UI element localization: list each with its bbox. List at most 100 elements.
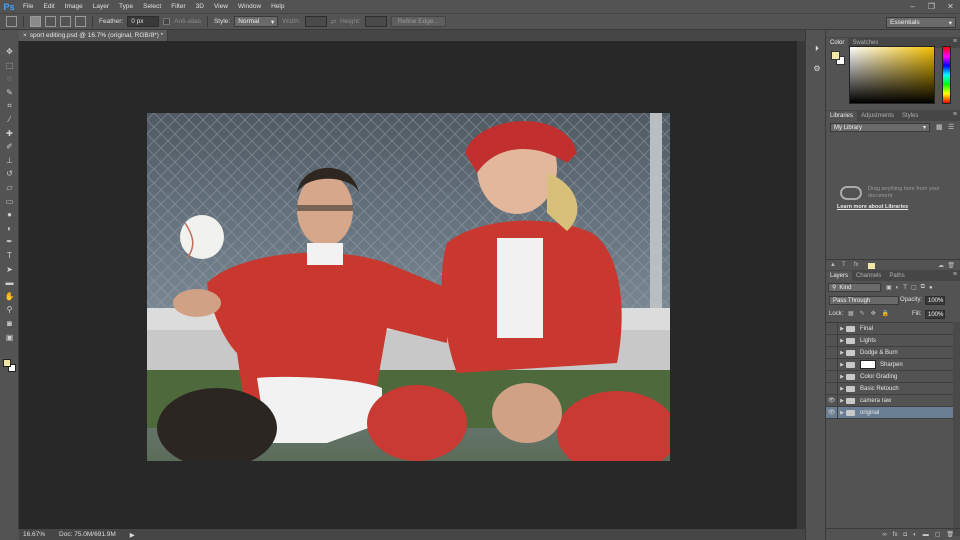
history-panel-icon[interactable]: ⏵ [812,44,822,54]
layer-row[interactable]: 👁▶ Lights [826,334,953,347]
hand-tool-icon[interactable]: ✋ [4,292,15,302]
maximize-button[interactable]: ❐ [922,0,941,13]
lasso-tool-icon[interactable]: ◌ [4,74,15,84]
menu-image[interactable]: Image [60,3,88,10]
blend-mode-select[interactable]: Pass Through [829,296,899,305]
feather-input[interactable]: 0 px [127,16,160,27]
canvas-vertical-scrollbar[interactable] [797,41,805,529]
edit-in-quick-mask-icon[interactable]: ◙ [4,319,15,329]
canvas-area[interactable] [19,41,805,529]
visibility-eye-icon[interactable]: 👁 [826,406,838,419]
tab-layers[interactable]: Layers [826,271,853,281]
marquee-tool-icon[interactable]: ⬚ [4,61,15,71]
tab-paths[interactable]: Paths [885,271,908,281]
visibility-eye-icon[interactable]: 👁 [826,334,838,347]
add-style-icon[interactable]: fx [854,262,859,268]
layer-row[interactable]: 👁▶ Dodge & Burn [826,346,953,359]
move-tool-icon[interactable]: ✥ [4,47,15,57]
swap-icon[interactable]: ⇄ [331,18,336,26]
menu-view[interactable]: View [209,3,233,10]
layer-row[interactable]: 👁 ▶ camera raw [826,394,953,407]
color-panel-foreground-swatch[interactable] [831,51,840,60]
expand-group-icon[interactable]: ▶ [838,386,846,392]
panel-menu-icon[interactable]: ≡ [953,111,957,118]
new-layer-icon[interactable]: ▢ [935,531,941,538]
type-filter-icon[interactable]: T [903,285,907,291]
eyedropper-tool-icon[interactable]: ⁄ [4,115,15,125]
marquee-preset-icon[interactable] [6,16,17,27]
add-to-selection-icon[interactable] [45,16,56,27]
color-picker-field[interactable] [849,46,935,104]
layers-scrollbar[interactable] [953,322,960,536]
brush-tool-icon[interactable]: ✐ [4,142,15,152]
lock-transparent-icon[interactable]: ▦ [848,310,854,317]
intersect-selection-icon[interactable] [75,16,86,27]
learn-more-libraries-link[interactable]: Learn more about Libraries [837,204,908,210]
tab-adjustments[interactable]: Adjustments [857,111,898,121]
add-color-icon[interactable] [868,263,875,269]
expand-group-icon[interactable]: ▶ [838,398,846,404]
layer-row[interactable]: 👁▶ Color Grading [826,370,953,383]
zoom-level[interactable]: 16.67% [23,531,45,538]
type-tool-icon[interactable]: T [4,251,15,261]
height-input[interactable] [364,16,387,27]
menu-type[interactable]: Type [114,3,138,10]
expand-group-icon[interactable]: ▶ [838,374,846,380]
new-adjustment-layer-icon[interactable]: ◐ [913,532,917,538]
expand-group-icon[interactable]: ▶ [838,326,846,332]
shape-filter-icon[interactable]: ▢ [911,284,917,291]
eraser-tool-icon[interactable]: ▱ [4,183,15,193]
expand-group-icon[interactable]: ▶ [838,350,846,356]
pen-tool-icon[interactable]: ✒ [4,237,15,247]
lock-all-icon[interactable]: 🔒 [882,310,889,317]
menu-help[interactable]: Help [266,3,289,10]
width-input[interactable] [304,16,327,27]
visibility-eye-icon[interactable]: 👁 [826,394,838,407]
blur-tool-icon[interactable]: ● [4,210,15,220]
smart-object-filter-icon[interactable]: ⧉ [921,284,925,291]
tab-channels[interactable]: Channels [852,271,885,281]
expand-group-icon[interactable]: ▶ [838,410,846,416]
adjustment-filter-icon[interactable]: ◐ [896,285,900,291]
grid-view-icon[interactable]: ▦ [936,123,943,131]
dodge-tool-icon[interactable]: ◐ [4,224,15,234]
zoom-tool-icon[interactable]: ⚲ [4,305,15,315]
expand-group-icon[interactable]: ▶ [838,362,846,368]
style-select[interactable]: Normal ▾ [234,16,279,27]
properties-panel-icon[interactable]: ⚙ [812,63,822,73]
menu-file[interactable]: File [18,3,38,10]
hue-slider[interactable] [942,46,951,104]
workspace-select[interactable]: Essentials ▾ [886,17,956,28]
layer-filter-select[interactable]: ⚲ Kind [828,283,881,292]
filter-toggle-icon[interactable]: ● [929,285,933,291]
add-graphic-icon[interactable]: ▲ [830,262,836,268]
clone-stamp-tool-icon[interactable]: ⊥ [4,156,15,166]
add-text-icon[interactable]: T [842,262,846,268]
history-brush-tool-icon[interactable]: ↺ [4,169,15,179]
trash-icon[interactable]: 🗑 [947,262,955,269]
add-mask-icon[interactable]: ◘ [903,532,907,538]
menu-select[interactable]: Select [138,3,166,10]
panel-menu-icon[interactable]: ≡ [953,38,957,45]
visibility-eye-icon[interactable]: 👁 [826,322,838,335]
panel-menu-icon[interactable]: ≡ [953,271,957,278]
menu-edit[interactable]: Edit [38,3,59,10]
visibility-eye-icon[interactable]: 👁 [826,370,838,383]
menu-3d[interactable]: 3D [191,3,209,10]
list-view-icon[interactable]: ☰ [948,123,954,131]
tab-color[interactable]: Color [826,38,849,48]
document-image[interactable] [147,113,670,461]
close-tab-icon[interactable]: × [23,32,27,39]
layer-row[interactable]: 👁▶ Basic Retouch [826,382,953,395]
layer-row[interactable]: 👁▶ Final [826,322,953,335]
opacity-input[interactable]: 100% [925,296,945,305]
document-tab[interactable]: × sport editing.psd @ 16.7% (original, R… [19,30,169,41]
menu-layer[interactable]: Layer [88,3,114,10]
foreground-color-swatch[interactable] [3,359,11,367]
expand-group-icon[interactable]: ▶ [838,338,846,344]
layer-row[interactable]: 👁▶ Sharpen [826,358,953,371]
delete-layer-icon[interactable]: 🗑 [946,531,954,538]
library-select[interactable]: My Library ▾ [830,123,930,132]
layer-mask-thumbnail[interactable] [860,360,876,369]
crop-tool-icon[interactable]: ⌗ [4,101,15,111]
